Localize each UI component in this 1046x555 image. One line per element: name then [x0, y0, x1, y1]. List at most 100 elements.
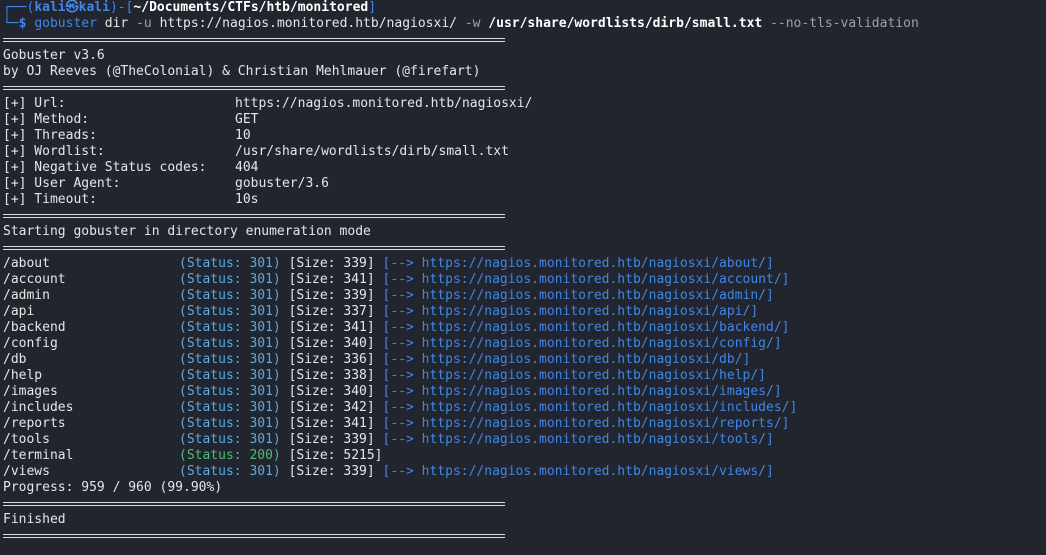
result-row: /backend (Status: 301) [Size: 341] [--> h…: [3, 320, 1043, 336]
config-row: [+] User Agent: gobuster/3.6: [3, 176, 1043, 192]
redirect-link[interactable]: https://nagios.monitored.htb/nagiosxi/ad…: [422, 288, 774, 303]
separator: [3, 32, 1043, 48]
result-status: (Status: 301): [179, 384, 281, 399]
result-row: /account (Status: 301) [Size: 341] [--> h…: [3, 272, 1043, 288]
redirect-link[interactable]: https://nagios.monitored.htb/nagiosxi/to…: [422, 432, 774, 447]
result-status: (Status: 301): [179, 272, 281, 287]
config-value: 404: [235, 160, 259, 175]
redirect-arrow: [-->: [382, 400, 414, 415]
redirect-link[interactable]: https://nagios.monitored.htb/nagiosxi/ab…: [422, 256, 774, 271]
prompt-user: kali㉿kali: [34, 0, 110, 15]
separator: [3, 240, 1043, 256]
redirect-arrow: [-->: [382, 416, 414, 431]
result-row: /includes (Status: 301) [Size: 342] [--> …: [3, 400, 1043, 416]
result-path: /tools: [3, 432, 50, 447]
result-size: [Size: 340]: [288, 384, 375, 399]
result-size: [Size: 5215]: [288, 448, 383, 463]
result-size: [Size: 338]: [288, 368, 375, 383]
redirect-arrow: [-->: [382, 432, 414, 447]
result-row: /admin (Status: 301) [Size: 339] [--> htt…: [3, 288, 1043, 304]
result-row: /db (Status: 301) [Size: 336] [--> https:…: [3, 352, 1043, 368]
redirect-link[interactable]: https://nagios.monitored.htb/nagiosxi/he…: [422, 368, 766, 383]
config-value: /usr/share/wordlists/dirb/small.txt: [235, 144, 509, 159]
prompt-close: ]: [368, 0, 377, 15]
result-row: /api (Status: 301) [Size: 337] [--> https…: [3, 304, 1043, 320]
redirect-arrow: [-->: [382, 368, 414, 383]
redirect-arrow: [-->: [382, 304, 414, 319]
result-path: /terminal: [3, 448, 74, 463]
result-row: /views (Status: 301) [Size: 339] [--> htt…: [3, 464, 1043, 480]
result-size: [Size: 339]: [288, 432, 375, 447]
redirect-arrow: [-->: [382, 352, 414, 367]
cmd-sub: dir: [104, 16, 129, 31]
config-key: [+] Negative Status codes:: [3, 160, 207, 175]
redirect-arrow: [-->: [382, 464, 414, 479]
result-row: /config (Status: 301) [Size: 340] [--> ht…: [3, 336, 1043, 352]
result-status: (Status: 301): [179, 336, 281, 351]
prompt-line-2[interactable]: └─$ gobuster dir -u https://nagios.monit…: [3, 16, 1043, 32]
redirect-link[interactable]: https://nagios.monitored.htb/nagiosxi/vi…: [422, 464, 774, 479]
redirect-link[interactable]: https://nagios.monitored.htb/nagiosxi/co…: [422, 336, 782, 351]
result-path: /account: [3, 272, 66, 287]
result-size: [Size: 337]: [288, 304, 375, 319]
result-status: (Status: 301): [179, 288, 281, 303]
config-row: [+] Negative Status codes: 404: [3, 160, 1043, 176]
config-block: [+] Url: https://nagios.monitored.htb/nag…: [3, 96, 1043, 208]
config-key: [+] Wordlist:: [3, 144, 105, 159]
config-key: [+] Threads:: [3, 128, 97, 143]
redirect-link[interactable]: https://nagios.monitored.htb/nagiosxi/im…: [422, 384, 782, 399]
results-block: /about (Status: 301) [Size: 339] [--> htt…: [3, 256, 1043, 480]
redirect-link[interactable]: https://nagios.monitored.htb/nagiosxi/ba…: [422, 320, 790, 335]
redirect-link[interactable]: https://nagios.monitored.htb/nagiosxi/db…: [422, 352, 751, 367]
separator: [3, 496, 1043, 512]
result-path: /db: [3, 352, 27, 367]
redirect-link[interactable]: https://nagios.monitored.htb/nagiosxi/in…: [422, 400, 798, 415]
separator: [3, 208, 1043, 224]
config-value: https://nagios.monitored.htb/nagiosxi/: [235, 96, 533, 111]
result-status: (Status: 301): [179, 432, 281, 447]
result-size: [Size: 340]: [288, 336, 375, 351]
result-row: /about (Status: 301) [Size: 339] [--> htt…: [3, 256, 1043, 272]
start-message: Starting gobuster in directory enumerati…: [3, 224, 371, 239]
banner-authors: by OJ Reeves (@TheColonial) & Christian …: [3, 64, 481, 79]
result-row: /terminal (Status: 200) [Size: 5215]: [3, 448, 1043, 464]
separator: [3, 80, 1043, 96]
redirect-link[interactable]: https://nagios.monitored.htb/nagiosxi/re…: [422, 416, 790, 431]
cmd-wordlist: /usr/share/wordlists/dirb/small.txt: [488, 16, 763, 31]
result-row: /tools (Status: 301) [Size: 339] [--> htt…: [3, 432, 1043, 448]
result-row: /reports (Status: 301) [Size: 341] [--> h…: [3, 416, 1043, 432]
config-key: [+] Timeout:: [3, 192, 97, 207]
result-status: (Status: 301): [179, 352, 281, 367]
config-row: [+] Wordlist: /usr/share/wordlists/dirb/s…: [3, 144, 1043, 160]
result-size: [Size: 336]: [288, 352, 375, 367]
config-key: [+] Url:: [3, 96, 66, 111]
result-path: /views: [3, 464, 50, 479]
redirect-arrow: [-->: [382, 256, 414, 271]
redirect-arrow: [-->: [382, 336, 414, 351]
redirect-arrow: [-->: [382, 384, 414, 399]
prompt-dollar: $: [18, 16, 35, 31]
terminal-output[interactable]: ┌──(kali㉿kali)-[~/Documents/CTFs/htb/mon…: [3, 0, 1043, 544]
prompt-cwd: ~/Documents/CTFs/htb/monitored: [133, 0, 369, 15]
cmd-flag-tls: --no-tls-validation: [770, 16, 919, 31]
prompt-mid: )-[: [109, 0, 134, 15]
banner-version: Gobuster v3.6: [3, 48, 105, 63]
config-value: gobuster/3.6: [235, 176, 329, 191]
result-path: /admin: [3, 288, 50, 303]
cmd-flag-w: -w: [464, 16, 481, 31]
redirect-link[interactable]: https://nagios.monitored.htb/nagiosxi/ac…: [422, 272, 790, 287]
prompt-line-1: ┌──(kali㉿kali)-[~/Documents/CTFs/htb/mon…: [3, 0, 1043, 16]
config-row: [+] Method: GET: [3, 112, 1043, 128]
result-path: /api: [3, 304, 35, 319]
result-path: /images: [3, 384, 58, 399]
progress-line: Progress: 959 / 960 (99.90%): [3, 480, 223, 495]
cmd-tool: gobuster: [34, 16, 97, 31]
result-path: /help: [3, 368, 43, 383]
config-key: [+] User Agent:: [3, 176, 121, 191]
result-status: (Status: 301): [179, 320, 281, 335]
config-row: [+] Threads: 10: [3, 128, 1043, 144]
separator: [3, 528, 1043, 544]
redirect-link[interactable]: https://nagios.monitored.htb/nagiosxi/ap…: [422, 304, 759, 319]
prompt-corner-bottom: └─: [3, 16, 19, 31]
result-size: [Size: 341]: [288, 320, 375, 335]
